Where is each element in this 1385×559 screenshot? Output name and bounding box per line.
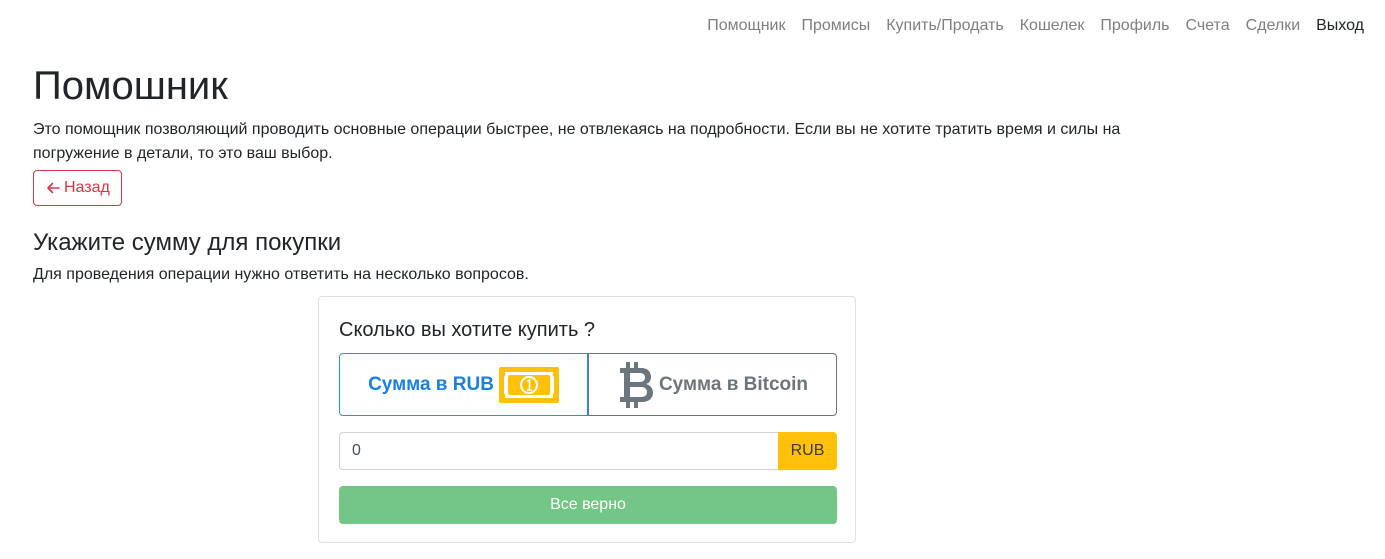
bitcoin-icon [619,361,653,408]
toggle-btc-button[interactable]: Сумма в Bitcoin [588,353,837,416]
amount-mode-toggle: Сумма в RUB Сумма в Bitcoin [339,353,837,416]
arrow-left-icon [47,182,60,194]
amount-input[interactable] [339,432,778,470]
card-title: Сколько вы хотите купить ? [339,319,596,341]
page-title: Помошник [33,64,228,108]
nav-item-logout[interactable]: Выход [1308,14,1364,38]
top-nav: Помощник Промисы Купить/Продать Кошелек … [699,14,1364,38]
section-subtitle: Для проведения операции нужно ответить н… [33,266,529,283]
toggle-rub-button[interactable]: Сумма в RUB [339,353,588,416]
back-button-label: Назад [64,179,110,196]
nav-item-deals[interactable]: Сделки [1238,14,1309,38]
main-content: Помошник Это помощник позволяющий провод… [33,62,1143,287]
nav-item-assistant[interactable]: Помощник [699,14,793,38]
nav-item-profile[interactable]: Профиль [1092,14,1177,38]
amount-input-group: RUB [339,432,837,470]
nav-item-wallet[interactable]: Кошелек [1012,14,1093,38]
nav-item-accounts[interactable]: Счета [1177,14,1237,38]
currency-addon: RUB [778,432,837,470]
confirm-button[interactable]: Все верно [339,486,837,524]
toggle-btc-label: Сумма в Bitcoin [658,373,809,395]
toggle-rub-label: Сумма в RUB [368,373,494,395]
back-button[interactable]: Назад [33,170,122,206]
nav-item-promises[interactable]: Промисы [793,14,878,38]
page-description: Это помощник позволяющий проводить основ… [33,121,1121,162]
banknote-icon [498,366,559,403]
nav-item-buy-sell[interactable]: Купить/Продать [878,14,1012,38]
purchase-card: Сколько вы хотите купить ? Сумма в RUB С… [318,296,856,543]
section-title: Укажите сумму для покупки [33,229,342,256]
